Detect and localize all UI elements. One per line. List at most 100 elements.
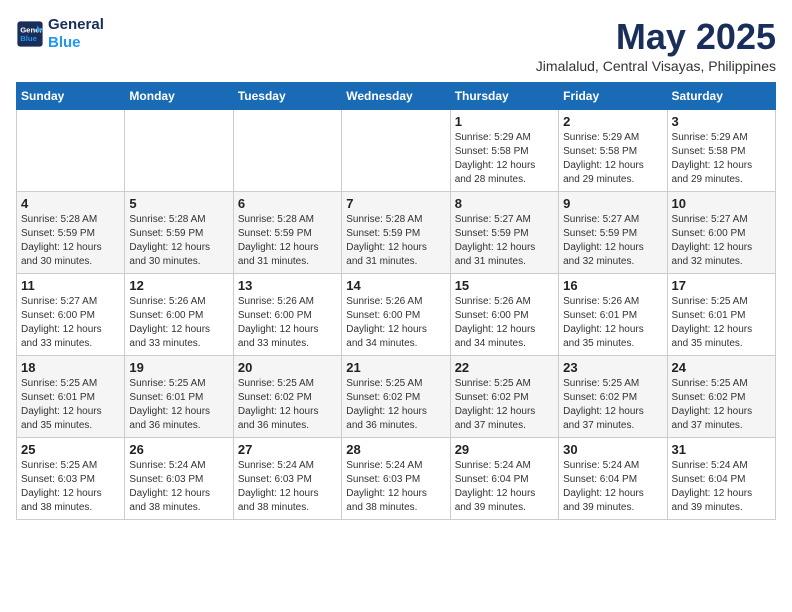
day-number: 5 [129, 196, 228, 211]
day-number: 2 [563, 114, 662, 129]
col-monday: Monday [125, 83, 233, 110]
cell-week5-day2: 27 Sunrise: 5:24 AM Sunset: 6:03 PM Dayli… [233, 438, 341, 520]
cell-week3-day2: 13 Sunrise: 5:26 AM Sunset: 6:00 PM Dayli… [233, 274, 341, 356]
day-number: 13 [238, 278, 337, 293]
day-info: Sunrise: 5:25 AM Sunset: 6:02 PM Dayligh… [346, 377, 445, 433]
day-number: 18 [21, 360, 120, 375]
day-number: 31 [672, 442, 771, 457]
cell-week5-day6: 31 Sunrise: 5:24 AM Sunset: 6:04 PM Dayli… [667, 438, 775, 520]
cell-week1-day1 [125, 110, 233, 192]
day-number: 4 [21, 196, 120, 211]
day-number: 22 [455, 360, 554, 375]
day-info: Sunrise: 5:26 AM Sunset: 6:01 PM Dayligh… [563, 295, 662, 351]
day-info: Sunrise: 5:25 AM Sunset: 6:02 PM Dayligh… [455, 377, 554, 433]
cell-week4-day0: 18 Sunrise: 5:25 AM Sunset: 6:01 PM Dayli… [17, 356, 125, 438]
day-info: Sunrise: 5:27 AM Sunset: 5:59 PM Dayligh… [455, 213, 554, 269]
day-info: Sunrise: 5:25 AM Sunset: 6:01 PM Dayligh… [672, 295, 771, 351]
cell-week4-day3: 21 Sunrise: 5:25 AM Sunset: 6:02 PM Dayli… [342, 356, 450, 438]
day-info: Sunrise: 5:26 AM Sunset: 6:00 PM Dayligh… [238, 295, 337, 351]
week-row-3: 11Sunrise: 5:27 AM Sunset: 6:00 PM Dayli… [17, 274, 776, 356]
header: General Blue General Blue May 2025 Jimal… [16, 16, 776, 74]
day-number: 12 [129, 278, 228, 293]
day-number: 21 [346, 360, 445, 375]
cell-week1-day2 [233, 110, 341, 192]
day-number: 8 [455, 196, 554, 211]
header-row: Sunday Monday Tuesday Wednesday Thursday… [17, 83, 776, 110]
week-row-4: 18 Sunrise: 5:25 AM Sunset: 6:01 PM Dayli… [17, 356, 776, 438]
day-info: Sunrise: 5:24 AM Sunset: 6:04 PM Dayligh… [672, 459, 771, 515]
day-info: Sunrise: 5:24 AM Sunset: 6:04 PM Dayligh… [455, 459, 554, 515]
day-info: Sunrise: 5:27 AM Sunset: 6:00 PM Dayligh… [672, 213, 771, 269]
day-info: Sunrise: 5:25 AM Sunset: 6:02 PM Dayligh… [238, 377, 337, 433]
cell-week3-day0: 11Sunrise: 5:27 AM Sunset: 6:00 PM Dayli… [17, 274, 125, 356]
day-info: Sunrise: 5:24 AM Sunset: 6:03 PM Dayligh… [129, 459, 228, 515]
day-info: Sunrise: 5:28 AM Sunset: 5:59 PM Dayligh… [129, 213, 228, 269]
day-number: 25 [21, 442, 120, 457]
day-info: Sunrise: 5:24 AM Sunset: 6:03 PM Dayligh… [238, 459, 337, 515]
cell-week4-day2: 20 Sunrise: 5:25 AM Sunset: 6:02 PM Dayli… [233, 356, 341, 438]
day-info: Sunrise: 5:24 AM Sunset: 6:03 PM Dayligh… [346, 459, 445, 515]
day-number: 24 [672, 360, 771, 375]
cell-week5-day1: 26Sunrise: 5:24 AM Sunset: 6:03 PM Dayli… [125, 438, 233, 520]
day-info: Sunrise: 5:25 AM Sunset: 6:02 PM Dayligh… [672, 377, 771, 433]
cell-week3-day6: 17 Sunrise: 5:25 AM Sunset: 6:01 PM Dayli… [667, 274, 775, 356]
day-number: 17 [672, 278, 771, 293]
cell-week4-day4: 22 Sunrise: 5:25 AM Sunset: 6:02 PM Dayli… [450, 356, 558, 438]
day-info: Sunrise: 5:26 AM Sunset: 6:00 PM Dayligh… [129, 295, 228, 351]
day-info: Sunrise: 5:25 AM Sunset: 6:01 PM Dayligh… [129, 377, 228, 433]
cell-week2-day5: 9Sunrise: 5:27 AM Sunset: 5:59 PM Daylig… [559, 192, 667, 274]
cell-week4-day1: 19 Sunrise: 5:25 AM Sunset: 6:01 PM Dayli… [125, 356, 233, 438]
day-info: Sunrise: 5:29 AM Sunset: 5:58 PM Dayligh… [672, 131, 771, 187]
logo-text-line2: Blue [48, 34, 104, 52]
day-info: Sunrise: 5:24 AM Sunset: 6:04 PM Dayligh… [563, 459, 662, 515]
logo-text-line1: General [48, 16, 104, 34]
cell-week1-day6: 3Sunrise: 5:29 AM Sunset: 5:58 PM Daylig… [667, 110, 775, 192]
day-number: 29 [455, 442, 554, 457]
cell-week3-day5: 16 Sunrise: 5:26 AM Sunset: 6:01 PM Dayli… [559, 274, 667, 356]
col-wednesday: Wednesday [342, 83, 450, 110]
day-info: Sunrise: 5:28 AM Sunset: 5:59 PM Dayligh… [346, 213, 445, 269]
cell-week2-day6: 10Sunrise: 5:27 AM Sunset: 6:00 PM Dayli… [667, 192, 775, 274]
day-info: Sunrise: 5:26 AM Sunset: 6:00 PM Dayligh… [346, 295, 445, 351]
day-info: Sunrise: 5:29 AM Sunset: 5:58 PM Dayligh… [563, 131, 662, 187]
day-number: 27 [238, 442, 337, 457]
cell-week5-day0: 25Sunrise: 5:25 AM Sunset: 6:03 PM Dayli… [17, 438, 125, 520]
day-info: Sunrise: 5:25 AM Sunset: 6:02 PM Dayligh… [563, 377, 662, 433]
cell-week2-day3: 7 Sunrise: 5:28 AM Sunset: 5:59 PM Daylig… [342, 192, 450, 274]
cell-week2-day2: 6Sunrise: 5:28 AM Sunset: 5:59 PM Daylig… [233, 192, 341, 274]
day-number: 23 [563, 360, 662, 375]
day-info: Sunrise: 5:28 AM Sunset: 5:59 PM Dayligh… [21, 213, 120, 269]
cell-week4-day6: 24 Sunrise: 5:25 AM Sunset: 6:02 PM Dayli… [667, 356, 775, 438]
cell-week1-day5: 2 Sunrise: 5:29 AM Sunset: 5:58 PM Daylig… [559, 110, 667, 192]
cell-week1-day0 [17, 110, 125, 192]
cell-week2-day4: 8 Sunrise: 5:27 AM Sunset: 5:59 PM Daylig… [450, 192, 558, 274]
day-number: 1 [455, 114, 554, 129]
day-number: 20 [238, 360, 337, 375]
cell-week3-day1: 12 Sunrise: 5:26 AM Sunset: 6:00 PM Dayli… [125, 274, 233, 356]
title-area: May 2025 Jimalalud, Central Visayas, Phi… [536, 16, 776, 74]
logo-icon: General Blue [16, 20, 44, 48]
day-number: 28 [346, 442, 445, 457]
cell-week3-day4: 15Sunrise: 5:26 AM Sunset: 6:00 PM Dayli… [450, 274, 558, 356]
week-row-1: 1 Sunrise: 5:29 AM Sunset: 5:58 PM Daylig… [17, 110, 776, 192]
day-info: Sunrise: 5:29 AM Sunset: 5:58 PM Dayligh… [455, 131, 554, 187]
week-row-5: 25Sunrise: 5:25 AM Sunset: 6:03 PM Dayli… [17, 438, 776, 520]
day-info: Sunrise: 5:25 AM Sunset: 6:01 PM Dayligh… [21, 377, 120, 433]
cell-week5-day5: 30Sunrise: 5:24 AM Sunset: 6:04 PM Dayli… [559, 438, 667, 520]
col-friday: Friday [559, 83, 667, 110]
day-info: Sunrise: 5:28 AM Sunset: 5:59 PM Dayligh… [238, 213, 337, 269]
col-saturday: Saturday [667, 83, 775, 110]
cell-week3-day3: 14 Sunrise: 5:26 AM Sunset: 6:00 PM Dayli… [342, 274, 450, 356]
day-number: 9 [563, 196, 662, 211]
day-number: 7 [346, 196, 445, 211]
cell-week5-day4: 29 Sunrise: 5:24 AM Sunset: 6:04 PM Dayli… [450, 438, 558, 520]
cell-week2-day0: 4 Sunrise: 5:28 AM Sunset: 5:59 PM Daylig… [17, 192, 125, 274]
month-title: May 2025 [536, 16, 776, 58]
day-number: 11 [21, 278, 120, 293]
cell-week1-day4: 1 Sunrise: 5:29 AM Sunset: 5:58 PM Daylig… [450, 110, 558, 192]
calendar-table: Sunday Monday Tuesday Wednesday Thursday… [16, 82, 776, 520]
day-number: 19 [129, 360, 228, 375]
day-number: 16 [563, 278, 662, 293]
cell-week5-day3: 28 Sunrise: 5:24 AM Sunset: 6:03 PM Dayli… [342, 438, 450, 520]
day-number: 14 [346, 278, 445, 293]
